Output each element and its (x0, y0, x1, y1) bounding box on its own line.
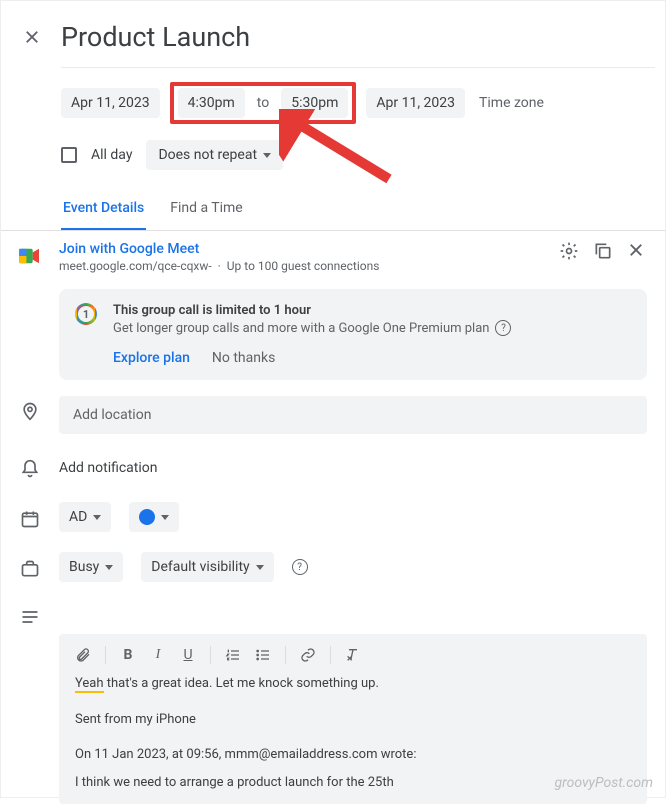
add-notification-button[interactable]: Add notification (59, 454, 158, 482)
timezone-link[interactable]: Time zone (475, 88, 548, 118)
google-meet-icon (19, 245, 41, 267)
end-date-chip[interactable]: Apr 11, 2023 (366, 88, 465, 118)
calendar-color-dropdown[interactable] (129, 502, 179, 532)
calendar-owner-dropdown[interactable]: AD (59, 502, 111, 532)
remove-meet-icon[interactable] (627, 241, 647, 261)
editor-toolbar: B I U (75, 646, 631, 674)
start-time-chip[interactable]: 4:30pm (178, 88, 245, 118)
gear-icon[interactable] (559, 241, 579, 261)
event-title-input[interactable] (61, 21, 647, 53)
watermark: groovyPost.com (555, 775, 654, 791)
join-meet-link[interactable]: Join with Google Meet (59, 241, 541, 257)
close-icon[interactable] (23, 28, 41, 46)
availability-dropdown[interactable]: Busy (59, 552, 123, 582)
clear-formatting-icon[interactable] (345, 647, 361, 663)
location-input[interactable]: Add location (59, 396, 647, 434)
copy-icon[interactable] (593, 241, 613, 261)
chevron-down-icon (93, 515, 101, 520)
numbered-list-icon[interactable] (225, 647, 241, 663)
help-icon[interactable]: ? (495, 320, 511, 336)
chevron-down-icon (105, 565, 113, 570)
description-body[interactable]: Yeah that's a great idea. Let me knock s… (75, 674, 631, 792)
chevron-down-icon (263, 153, 271, 158)
italic-icon[interactable]: I (150, 647, 166, 663)
briefcase-icon (19, 558, 41, 580)
bell-icon (19, 458, 41, 480)
repeat-dropdown[interactable]: Does not repeat (146, 140, 283, 170)
allday-checkbox[interactable] (61, 147, 77, 163)
description-icon (19, 606, 41, 628)
allday-label: All day (91, 147, 132, 163)
bullet-list-icon[interactable] (255, 647, 271, 663)
help-icon[interactable]: ? (292, 559, 308, 575)
start-date-chip[interactable]: Apr 11, 2023 (61, 88, 160, 118)
chevron-down-icon (161, 515, 169, 520)
google-one-icon (75, 303, 97, 325)
to-label: to (253, 88, 273, 118)
chevron-down-icon (256, 565, 264, 570)
tab-event-details[interactable]: Event Details (61, 188, 146, 230)
end-time-chip[interactable]: 5:30pm (281, 88, 348, 118)
color-swatch (139, 509, 155, 525)
time-highlight-annotation: 4:30pm to 5:30pm (170, 82, 357, 124)
banner-title: This group call is limited to 1 hour (113, 303, 511, 318)
tab-find-a-time[interactable]: Find a Time (168, 188, 245, 230)
explore-plan-button[interactable]: Explore plan (113, 350, 190, 366)
no-thanks-button[interactable]: No thanks (212, 350, 275, 366)
underline-icon[interactable]: U (180, 647, 196, 663)
google-one-banner: This group call is limited to 1 hour Get… (59, 289, 647, 380)
banner-subtitle: Get longer group calls and more with a G… (113, 320, 511, 336)
link-icon[interactable] (300, 647, 316, 663)
attachment-icon[interactable] (75, 647, 91, 663)
calendar-icon (19, 508, 41, 530)
meet-details-text: meet.google.com/qce-cqxw- · Up to 100 gu… (59, 259, 541, 273)
location-icon (19, 400, 41, 422)
bold-icon[interactable]: B (120, 647, 136, 663)
visibility-dropdown[interactable]: Default visibility (141, 552, 273, 582)
